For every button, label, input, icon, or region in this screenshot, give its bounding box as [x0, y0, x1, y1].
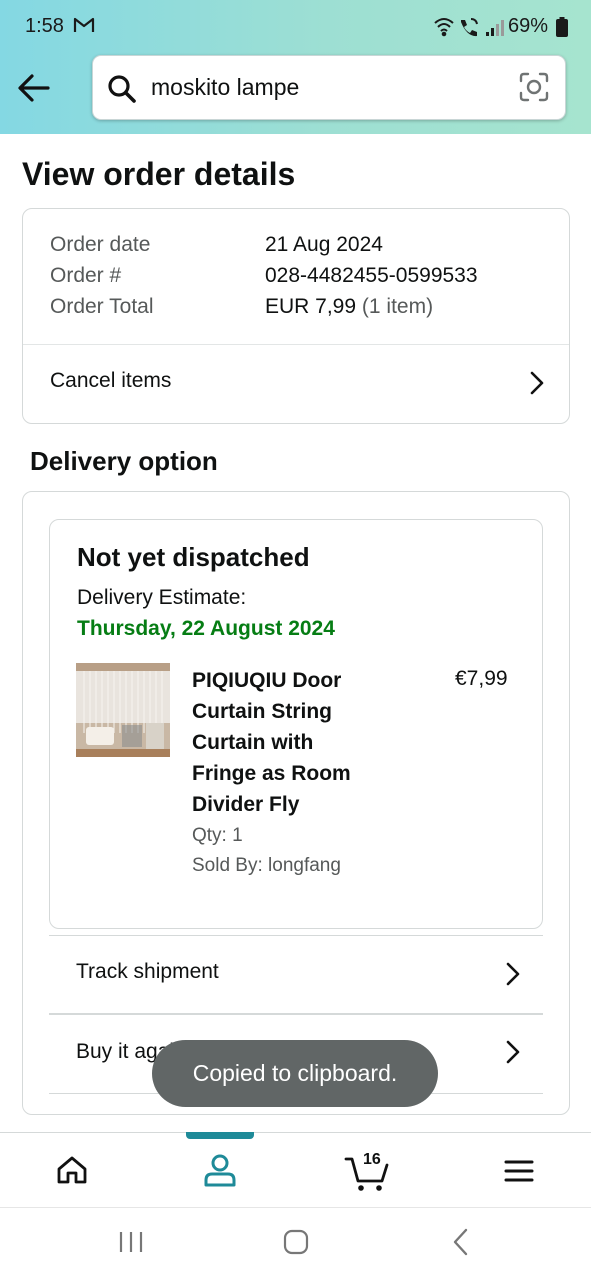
track-shipment-row[interactable]: Track shipment	[49, 936, 543, 1014]
product-title[interactable]: PIQIUQIU Door Curtain String Curtain wit…	[192, 665, 382, 820]
search-icon	[108, 75, 136, 103]
delivery-heading: Delivery option	[30, 446, 218, 476]
active-tab-indicator	[186, 1132, 254, 1139]
order-total: EUR 7,99 (1 item)	[265, 295, 433, 319]
search-bar[interactable]: moskito lampe	[92, 55, 566, 120]
back-button-icon[interactable]	[452, 1228, 470, 1256]
system-nav-bar	[0, 1207, 591, 1280]
toast-message: Copied to clipboard.	[152, 1040, 438, 1107]
recent-apps-icon[interactable]	[118, 1230, 144, 1254]
order-total-items: (1 item)	[361, 295, 434, 318]
delivery-card: Not yet dispatched Delivery Estimate: Th…	[22, 491, 570, 1115]
page-title: View order details	[22, 156, 296, 192]
delivery-estimate-date: Thursday, 22 August 2024	[77, 617, 335, 640]
wifi-icon	[434, 18, 454, 37]
home-button-icon[interactable]	[283, 1229, 309, 1255]
battery-icon	[556, 17, 568, 37]
cart-count: 16	[363, 1151, 381, 1168]
order-date-label: Order date	[50, 233, 151, 256]
home-icon[interactable]	[56, 1155, 88, 1185]
product-image[interactable]	[76, 663, 170, 757]
menu-icon[interactable]	[504, 1159, 534, 1183]
cancel-items-row[interactable]: Cancel items	[23, 345, 569, 423]
shipment-status: Not yet dispatched	[77, 542, 310, 572]
chevron-right-icon	[530, 371, 544, 395]
product-seller: Sold By: longfang	[192, 855, 341, 876]
order-date-value: 21 Aug 2024	[265, 233, 383, 256]
divider	[49, 1013, 543, 1015]
back-arrow-icon[interactable]	[16, 72, 52, 104]
status-time: 1:58	[25, 15, 64, 37]
order-summary-card: Order date 21 Aug 2024 Order # 028-44824…	[22, 208, 570, 424]
order-number-label: Order #	[50, 264, 122, 287]
track-shipment-label: Track shipment	[76, 960, 219, 983]
app-header: 1:58 69% moskito lampe	[0, 0, 591, 134]
bottom-nav: 16	[0, 1132, 591, 1207]
order-number-value[interactable]: 028-4482455-0599533	[265, 264, 478, 288]
status-bar: 1:58 69%	[0, 0, 591, 54]
camera-icon[interactable]	[519, 72, 549, 102]
delivery-estimate-label: Delivery Estimate:	[77, 586, 247, 609]
chevron-right-icon	[506, 1040, 520, 1064]
connectivity-icons	[434, 18, 504, 37]
signal-icon	[486, 20, 504, 36]
product-quantity: Qty: 1	[192, 825, 243, 846]
wifi-calling-icon	[461, 18, 478, 37]
order-total-value: EUR 7,99	[265, 295, 357, 318]
product-price: €7,99	[455, 667, 508, 690]
account-icon[interactable]	[203, 1153, 237, 1187]
shipment-box: Not yet dispatched Delivery Estimate: Th…	[49, 519, 543, 929]
chevron-right-icon	[506, 962, 520, 986]
search-input[interactable]: moskito lampe	[151, 74, 299, 101]
battery-percent: 69%	[508, 15, 549, 37]
gmail-icon	[73, 17, 95, 32]
order-total-label: Order Total	[50, 295, 154, 318]
cancel-items-label: Cancel items	[50, 369, 172, 392]
